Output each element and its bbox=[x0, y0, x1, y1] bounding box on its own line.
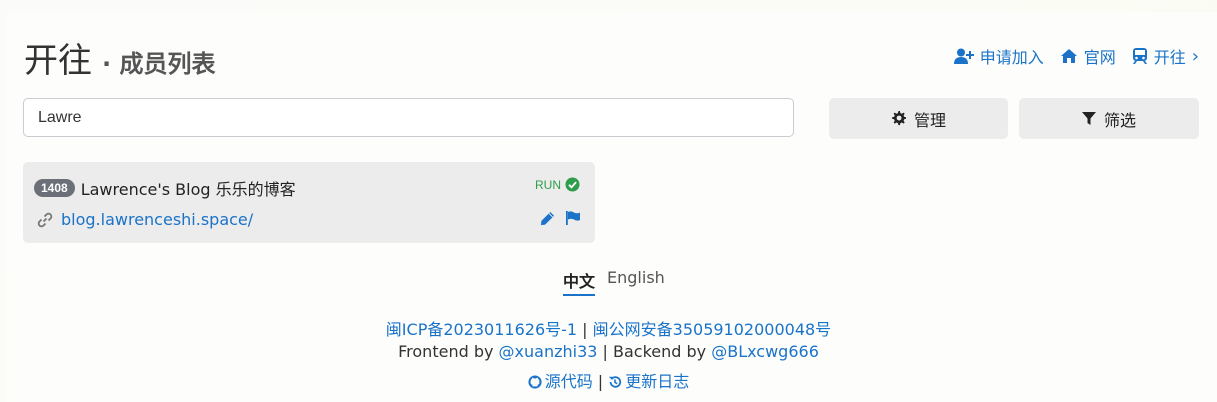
page-subtitle: · 成员列表 bbox=[102, 50, 216, 78]
manage-label: 管理 bbox=[913, 110, 946, 130]
filter-button[interactable]: 筛选 bbox=[1019, 98, 1199, 139]
footer-license: 闽ICP备2023011626号-1 | 闽公网安备35059102000048… bbox=[0, 316, 1217, 340]
page-header: 开往 · 成员列表 bbox=[24, 33, 215, 82]
manage-button[interactable]: 管理 bbox=[829, 98, 1008, 139]
lang-english[interactable]: English bbox=[607, 268, 665, 296]
travel-link[interactable]: 开往 › bbox=[1132, 44, 1199, 68]
member-url: blog.lawrenceshi.space/ bbox=[61, 210, 254, 229]
member-title-row: 1408 Lawrence's Blog 乐乐的博客 bbox=[34, 176, 296, 200]
flag-icon[interactable] bbox=[565, 210, 581, 226]
apply-join-label: 申请加入 bbox=[979, 48, 1044, 67]
filter-label: 筛选 bbox=[1103, 110, 1136, 130]
lang-chinese[interactable]: 中文 bbox=[563, 268, 596, 296]
top-nav: 申请加入 官网 开往 › bbox=[953, 44, 1199, 68]
check-circle-icon bbox=[565, 177, 580, 192]
member-url-link[interactable]: blog.lawrenceshi.space/ bbox=[37, 210, 253, 229]
footer-separator: | bbox=[592, 372, 609, 391]
github-icon bbox=[528, 375, 542, 389]
website-link[interactable]: 官网 bbox=[1060, 44, 1116, 68]
chevron-right-icon: › bbox=[1191, 45, 1199, 67]
footer-separator: | bbox=[577, 320, 593, 339]
home-icon bbox=[1060, 49, 1077, 63]
police-record-link[interactable]: 闽公网安备35059102000048号 bbox=[593, 320, 832, 339]
gear-icon bbox=[892, 111, 906, 126]
filter-icon bbox=[1081, 111, 1096, 125]
member-id-badge: 1408 bbox=[34, 179, 75, 197]
status-badge: RUN bbox=[535, 177, 580, 192]
website-label: 官网 bbox=[1083, 48, 1116, 67]
history-icon bbox=[609, 376, 622, 388]
changelog-link[interactable]: 更新日志 bbox=[608, 372, 689, 391]
changelog-label: 更新日志 bbox=[625, 372, 690, 391]
subway-icon bbox=[1132, 48, 1147, 64]
icp-link[interactable]: 闽ICP备2023011626号-1 bbox=[386, 320, 577, 339]
search-input[interactable] bbox=[23, 98, 794, 137]
member-card[interactable]: 1408 Lawrence's Blog 乐乐的博客 RUN blog.lawr… bbox=[23, 162, 595, 243]
footer-links: 源代码 | 更新日志 bbox=[0, 368, 1217, 392]
source-code-link[interactable]: 源代码 bbox=[528, 372, 593, 391]
frontend-author-link[interactable]: @xuanzhi33 bbox=[499, 342, 598, 361]
site-title[interactable]: 开往 bbox=[24, 33, 92, 82]
edit-pencil-icon[interactable] bbox=[540, 211, 555, 226]
language-switcher: 中文 English bbox=[563, 268, 665, 296]
backend-author-link[interactable]: @BLxcwg666 bbox=[711, 342, 819, 361]
apply-join-link[interactable]: 申请加入 bbox=[953, 44, 1044, 68]
user-plus-icon bbox=[953, 48, 974, 64]
status-label: RUN bbox=[535, 177, 561, 192]
travel-label: 开往 bbox=[1153, 48, 1186, 67]
source-code-label: 源代码 bbox=[544, 372, 593, 391]
member-actions bbox=[540, 210, 581, 226]
member-name: Lawrence's Blog 乐乐的博客 bbox=[80, 180, 296, 199]
footer-credits: Frontend by @xuanzhi33 | Backend by @BLx… bbox=[0, 342, 1217, 361]
frontend-prefix: Frontend by bbox=[398, 342, 499, 361]
link-icon bbox=[37, 212, 53, 227]
backend-prefix: | Backend by bbox=[597, 342, 712, 361]
